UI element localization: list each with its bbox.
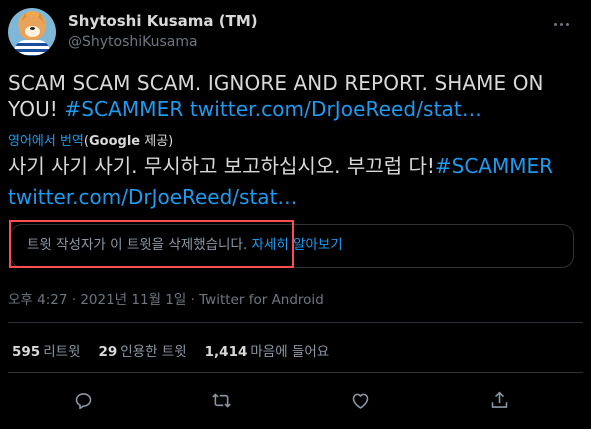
highlight-annotation	[9, 220, 294, 268]
likes-stat[interactable]: 1,414 마음에 들어요	[205, 340, 330, 360]
more-dot	[553, 22, 557, 26]
like-button[interactable]	[346, 386, 374, 414]
meta-separator: ·	[186, 292, 200, 308]
tweet-meta: 오후 4:27 · 2021년 11월 1일 · Twitter for And…	[8, 288, 324, 308]
avatar-nose	[30, 27, 35, 30]
translated-url-link[interactable]: twitter.com/DrJoeReed/stat…	[8, 185, 297, 209]
google-brand: Google	[88, 134, 141, 149]
author-names: Shytoshi Kusama (TM) @ShytoshiKusama	[68, 12, 258, 51]
translated-from-link[interactable]: 영어에서 번역	[8, 134, 84, 149]
like-icon	[352, 393, 368, 409]
tweet-source[interactable]: Twitter for Android	[199, 292, 324, 308]
retweet-icon	[211, 393, 231, 407]
by-suffix: 제공)	[140, 134, 174, 149]
tweet-text: SCAM SCAM SCAM. IGNORE AND REPORT. SHAME…	[8, 70, 583, 122]
share-icon	[491, 391, 507, 408]
translated-hashtag-link[interactable]: #SCAMMER	[435, 154, 553, 178]
divider-bottom	[8, 372, 583, 373]
display-name[interactable]: Shytoshi Kusama (TM)	[68, 12, 258, 31]
quotes-stat[interactable]: 29 인용한 트윗	[98, 340, 186, 360]
retweets-stat[interactable]: 595 리트윗	[12, 340, 80, 360]
more-options-icon[interactable]	[547, 14, 575, 34]
more-dot	[559, 22, 563, 26]
tweet-time[interactable]: 오후 4:27	[8, 292, 67, 308]
tweet-header: Shytoshi Kusama (TM) @ShytoshiKusama	[8, 8, 583, 62]
handle[interactable]: @ShytoshiKusama	[68, 33, 258, 51]
url-link[interactable]: twitter.com/DrJoeReed/stat…	[190, 97, 482, 121]
divider-top	[8, 322, 583, 323]
share-button[interactable]	[485, 386, 513, 414]
quotes-count: 29	[98, 344, 118, 360]
likes-label: 마음에 들어요	[250, 344, 330, 360]
likes-count: 1,414	[204, 344, 248, 360]
quotes-label: 인용한 트윗	[120, 344, 187, 360]
translated-text: 사기 사기 사기. 무시하고 보고하십시오. 부끄럽 다!#SCAMMER tw…	[8, 151, 583, 213]
meta-separator: ·	[67, 292, 81, 308]
avatar[interactable]	[8, 8, 56, 56]
retweet-button[interactable]	[207, 386, 235, 414]
translated-body: 사기 사기 사기. 무시하고 보고하십시오. 부끄럽 다!	[8, 154, 435, 178]
hashtag-link[interactable]: #SCAMMER	[64, 97, 183, 121]
more-dot	[565, 22, 569, 26]
reply-icon	[75, 392, 91, 409]
retweets-count: 595	[12, 344, 41, 360]
translation-attribution: 영어에서 번역(Google 제공)	[8, 130, 173, 149]
retweets-label: 리트윗	[43, 344, 81, 360]
action-bar	[8, 386, 583, 414]
tweet-date[interactable]: 2021년 11월 1일	[80, 292, 186, 308]
tweet-stats: 595 리트윗 29 인용한 트윗 1,414 마음에 들어요	[12, 340, 329, 360]
reply-button[interactable]	[69, 386, 97, 414]
avatar-shirt	[14, 40, 50, 56]
